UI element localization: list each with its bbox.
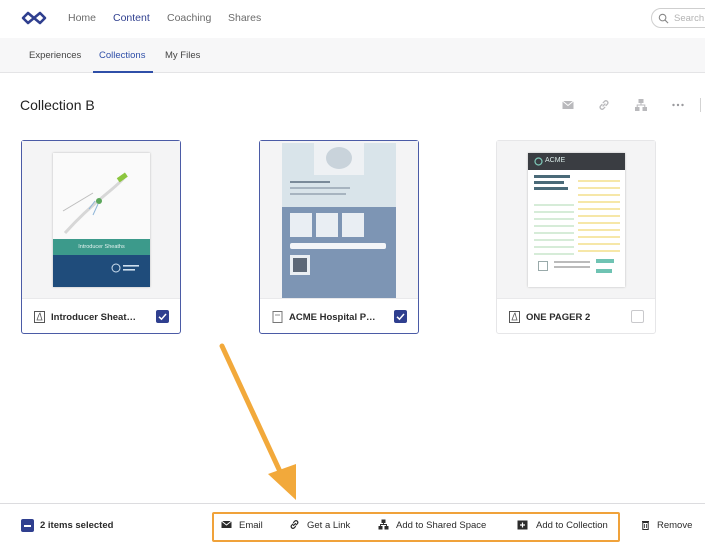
acme-hospital-thumbnail [282,143,396,298]
link-tool-button[interactable] [597,98,611,112]
card-title[interactable]: Introducer Sheat… [51,312,147,323]
more-options-button[interactable] [671,98,685,112]
checkmark-icon [158,313,167,321]
tab-collections[interactable]: Collections [99,50,145,61]
add-to-shared-space-button[interactable]: Add to Shared Space [396,520,486,531]
email-tool-button[interactable] [561,98,575,112]
introducer-sheaths-thumbnail: Introducer Sheaths [53,153,150,287]
card-select-checkbox[interactable] [156,310,169,323]
link-icon [290,520,299,529]
document-icon [272,311,283,323]
remove-button[interactable]: Remove [657,520,692,531]
more-icon [672,103,684,107]
pdf-icon [509,311,520,323]
catheter-image [62,172,128,235]
thumbnail-body [282,207,396,298]
checkmark-icon [396,313,405,321]
trash-icon [642,521,649,530]
deselect-all-checkbox[interactable] [21,519,34,532]
selected-count: 2 items selected [40,520,114,531]
content-card-introducer-sheaths[interactable]: Introducer Sheaths Introducer Sheat… [21,140,181,334]
card-title[interactable]: ACME Hospital P… [289,312,385,323]
thumbnail-banner: Introducer Sheaths [53,239,150,255]
content-card-one-pager-2[interactable]: ACME ONE PAGER 2 [496,140,656,334]
card-title[interactable]: ONE PAGER 2 [526,312,622,323]
card-footer: ONE PAGER 2 [497,299,655,334]
one-pager-thumbnail: ACME [528,153,625,287]
card-thumbnail[interactable] [260,141,418,299]
shared-space-icon [635,99,647,111]
nav-home[interactable]: Home [68,12,96,24]
card-footer: Introducer Sheat… [22,299,180,334]
brand-logo-icon [111,263,139,273]
email-button[interactable]: Email [239,520,263,531]
card-select-checkbox[interactable] [631,310,644,323]
get-link-button[interactable]: Get a Link [307,520,350,531]
add-to-collection-icon [517,520,528,530]
nav-shares[interactable]: Shares [228,12,261,24]
search-placeholder: Search [674,13,705,24]
content-card-acme-hospital[interactable]: ACME Hospital P… [259,140,419,334]
page-title: Collection B [20,97,95,113]
shared-space-icon [378,519,389,530]
top-navigation: Home Content Coaching Shares Search [0,0,705,38]
email-icon [562,100,574,109]
search-input[interactable]: Search [651,8,705,28]
nav-coaching[interactable]: Coaching [167,12,211,24]
thumbnail-header [282,143,396,207]
acme-logo-icon [534,157,543,166]
envelope-icon [221,520,232,528]
add-to-collection-button[interactable]: Add to Collection [536,520,608,531]
card-footer: ACME Hospital P… [260,299,418,334]
search-icon [658,13,669,24]
thumbnail-footer-band [53,255,150,287]
tab-my-files[interactable]: My Files [165,50,200,61]
tab-experiences[interactable]: Experiences [29,50,81,61]
thumbnail-logo-text: ACME [545,157,566,164]
shared-space-tool-button[interactable] [634,98,648,112]
link-icon [599,100,609,110]
pdf-icon [34,311,45,323]
card-thumbnail[interactable]: ACME [497,141,655,299]
thumbnail-header-band: ACME [528,153,625,170]
card-thumbnail[interactable]: Introducer Sheaths [22,141,180,299]
toolbar-divider [700,98,701,112]
active-tab-indicator [93,71,153,73]
nav-content[interactable]: Content [113,12,150,24]
sub-navigation: Experiences Collections My Files [0,38,705,73]
card-select-checkbox[interactable] [394,310,407,323]
selection-action-bar: 2 items selected Email Get a Link Add to… [0,503,705,545]
infinity-logo-icon[interactable] [20,10,48,26]
